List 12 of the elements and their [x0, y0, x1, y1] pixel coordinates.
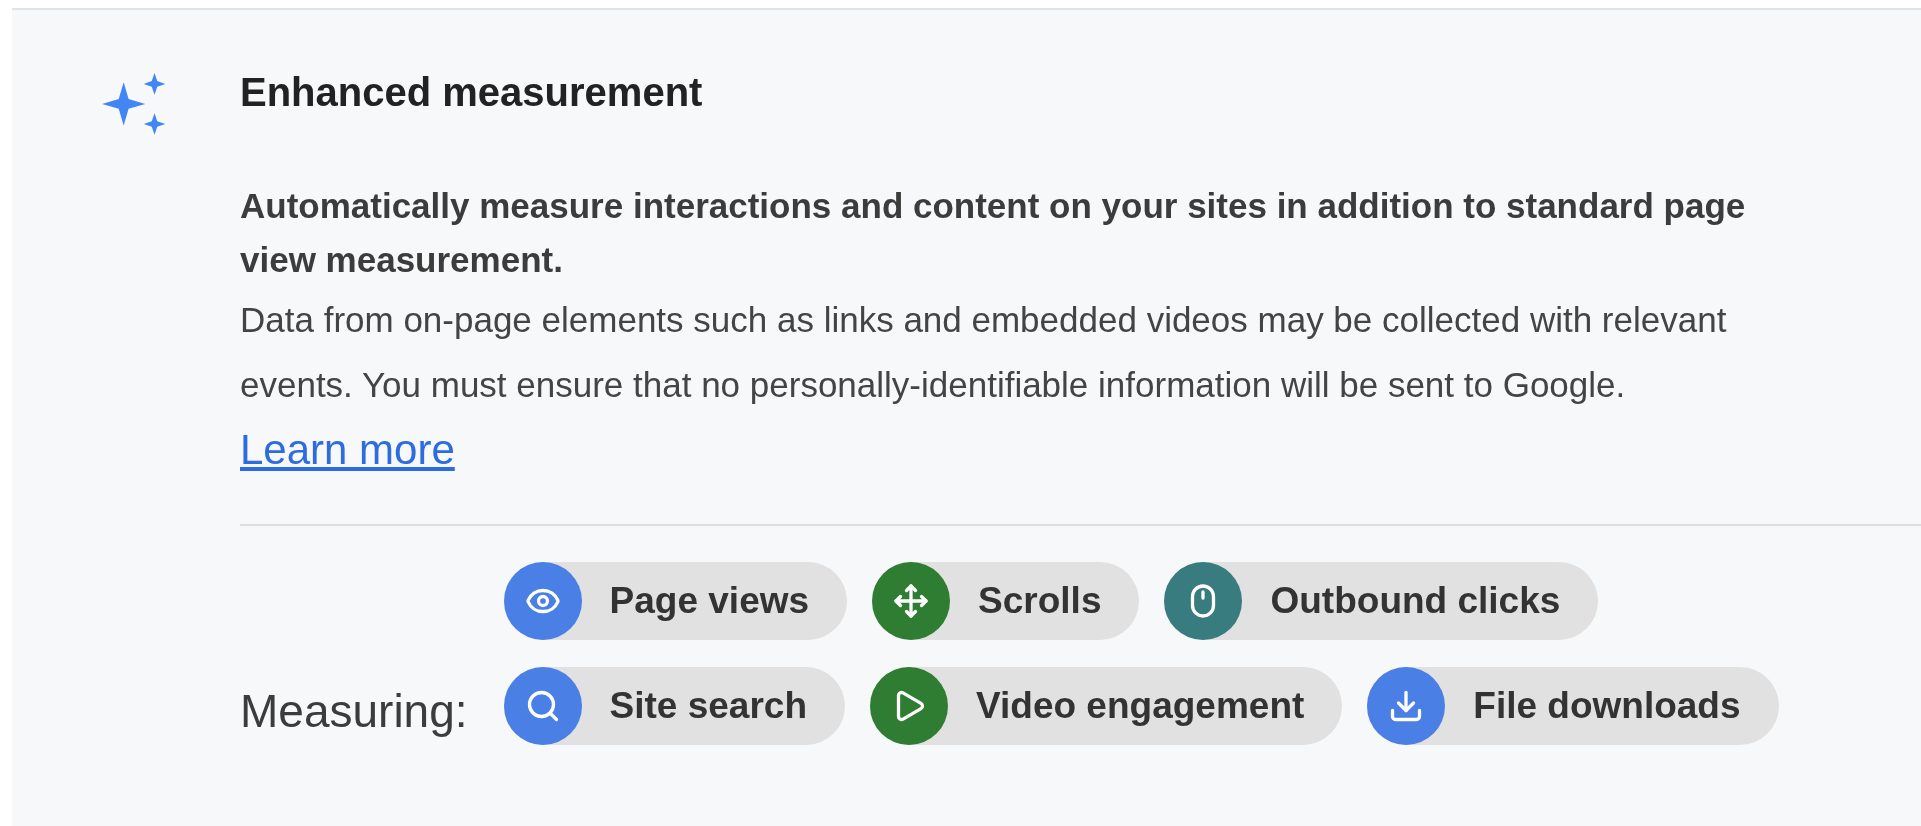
chip-label: Scrolls — [978, 579, 1102, 624]
summary-text: Automatically measure interactions and content on your sites in addition to standard page view measurement. — [240, 185, 1747, 281]
chip-label: File downloads — [1473, 684, 1741, 729]
arrows-icon — [893, 583, 930, 619]
chip-label: Site search — [609, 684, 807, 729]
chip-label: Video engagement — [976, 684, 1305, 729]
learn-more-link[interactable]: Learn more — [240, 426, 455, 473]
section-title: Enhanced measurement — [240, 69, 703, 116]
measuring-label: Measuring: — [240, 684, 468, 739]
chip-label: Outbound clicks — [1270, 579, 1561, 624]
privacy-note: Data from on-page elements such as links and embedded videos may be collected with relevant events. You must ensure that no personally-identifiable information will be sent to Google. Learn more — [240, 299, 1728, 475]
chip-label: Page views — [609, 579, 810, 624]
